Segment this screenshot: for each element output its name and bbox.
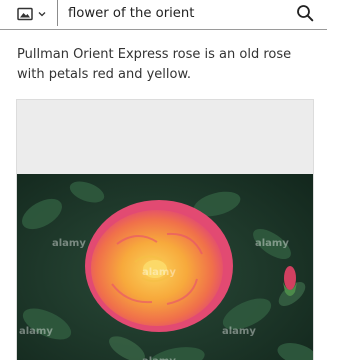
rose-photo: alamy alamy alamy alamy alamy alamy <box>17 174 313 360</box>
svg-text:alamy: alamy <box>142 356 176 360</box>
result-caption: Pullman Orient Express rose is an old ro… <box>17 47 292 82</box>
result-image[interactable]: alamy alamy alamy alamy alamy alamy <box>16 99 314 360</box>
search-input[interactable] <box>68 2 283 24</box>
svg-text:alamy: alamy <box>19 326 53 337</box>
search-icon <box>297 5 314 22</box>
search-button[interactable] <box>294 2 316 24</box>
search-divider <box>57 0 58 26</box>
image-icon <box>17 7 33 21</box>
svg-text:alamy: alamy <box>52 238 86 249</box>
chevron-down-icon <box>38 12 46 17</box>
svg-text:alamy: alamy <box>255 238 289 249</box>
svg-text:alamy: alamy <box>142 267 176 278</box>
search-bar <box>0 0 327 30</box>
svg-text:alamy: alamy <box>222 326 256 337</box>
search-mode-selector[interactable] <box>17 6 47 22</box>
search-result-page: Pullman Orient Express rose is an old ro… <box>0 0 360 360</box>
